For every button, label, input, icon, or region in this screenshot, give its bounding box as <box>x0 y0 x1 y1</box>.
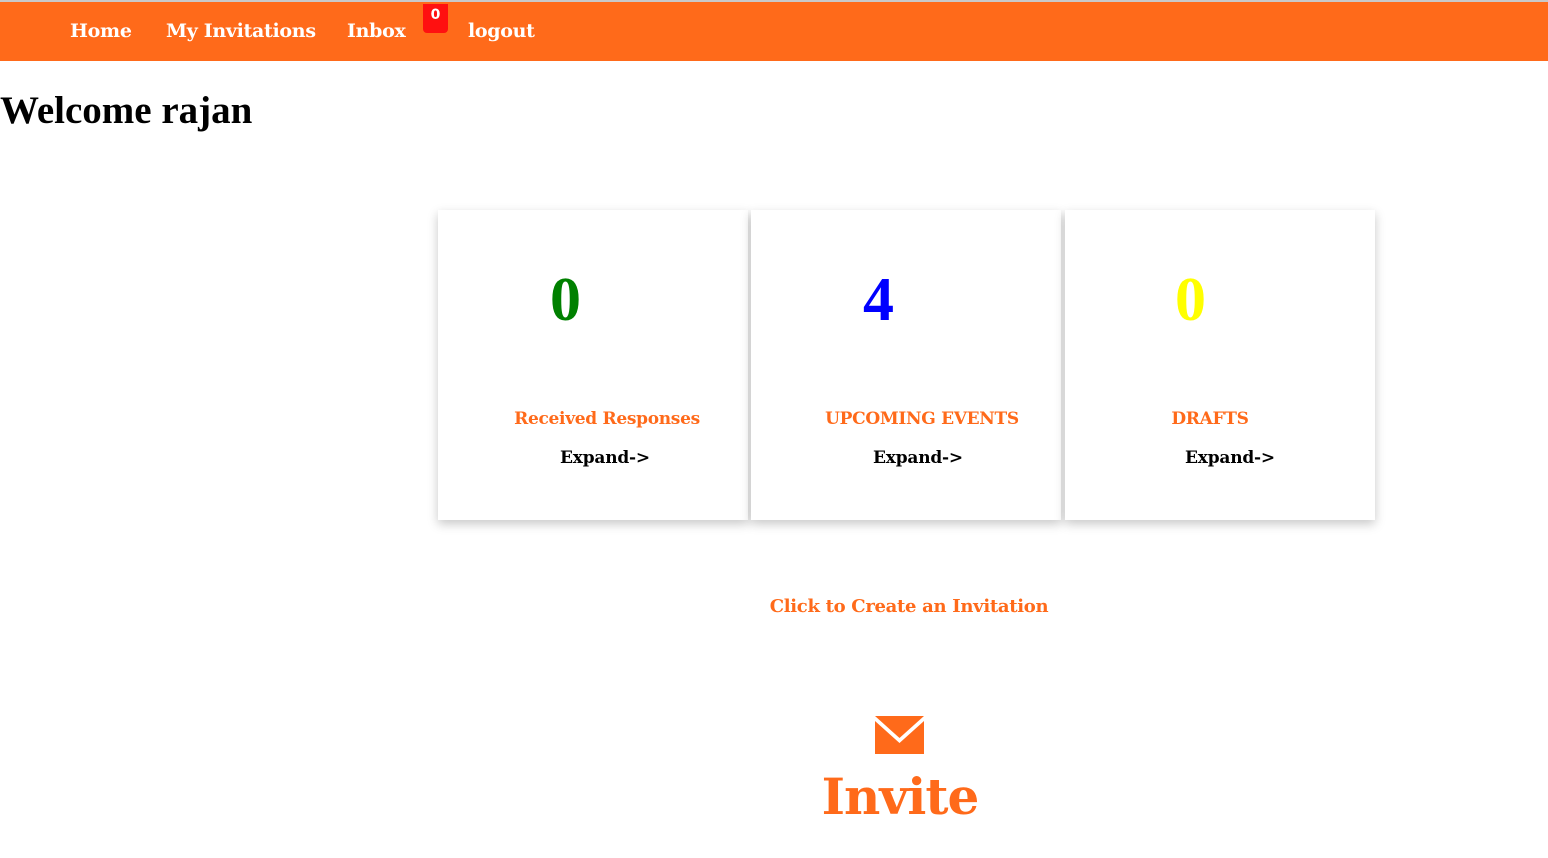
upcoming-events-expand-link[interactable]: Expand-> <box>763 447 1073 469</box>
nav-logout-link[interactable]: logout <box>468 19 535 43</box>
received-responses-title: Received Responses <box>514 409 700 429</box>
upcoming-events-title: UPCOMING EVENTS <box>825 409 1019 429</box>
nav-inbox-link[interactable]: Inbox <box>347 19 406 43</box>
received-responses-count: 0 <box>550 266 581 334</box>
upcoming-events-count: 4 <box>863 266 894 334</box>
drafts-count: 0 <box>1175 266 1206 334</box>
create-invitation-link[interactable]: Click to Create an Invitation <box>700 595 1118 619</box>
nav-home-link[interactable]: Home <box>70 19 132 43</box>
top-navbar: Home My Invitations Inbox 0 logout <box>0 0 1548 61</box>
nav-my-invitations-link[interactable]: My Invitations <box>166 19 316 43</box>
upcoming-events-card: 4 UPCOMING EVENTS Expand-> <box>751 210 1061 520</box>
invite-label: Invite <box>821 767 980 826</box>
drafts-title: DRAFTS <box>1171 409 1249 429</box>
inbox-count-badge: 0 <box>423 4 448 33</box>
invite-button[interactable]: Invite <box>780 714 1020 829</box>
received-responses-card: 0 Received Responses Expand-> <box>438 210 748 520</box>
drafts-expand-link[interactable]: Expand-> <box>1075 447 1385 469</box>
envelope-icon <box>875 716 924 754</box>
welcome-heading: Welcome rajan <box>0 89 253 132</box>
received-responses-expand-link[interactable]: Expand-> <box>450 447 760 469</box>
drafts-card: 0 DRAFTS Expand-> <box>1065 210 1375 520</box>
